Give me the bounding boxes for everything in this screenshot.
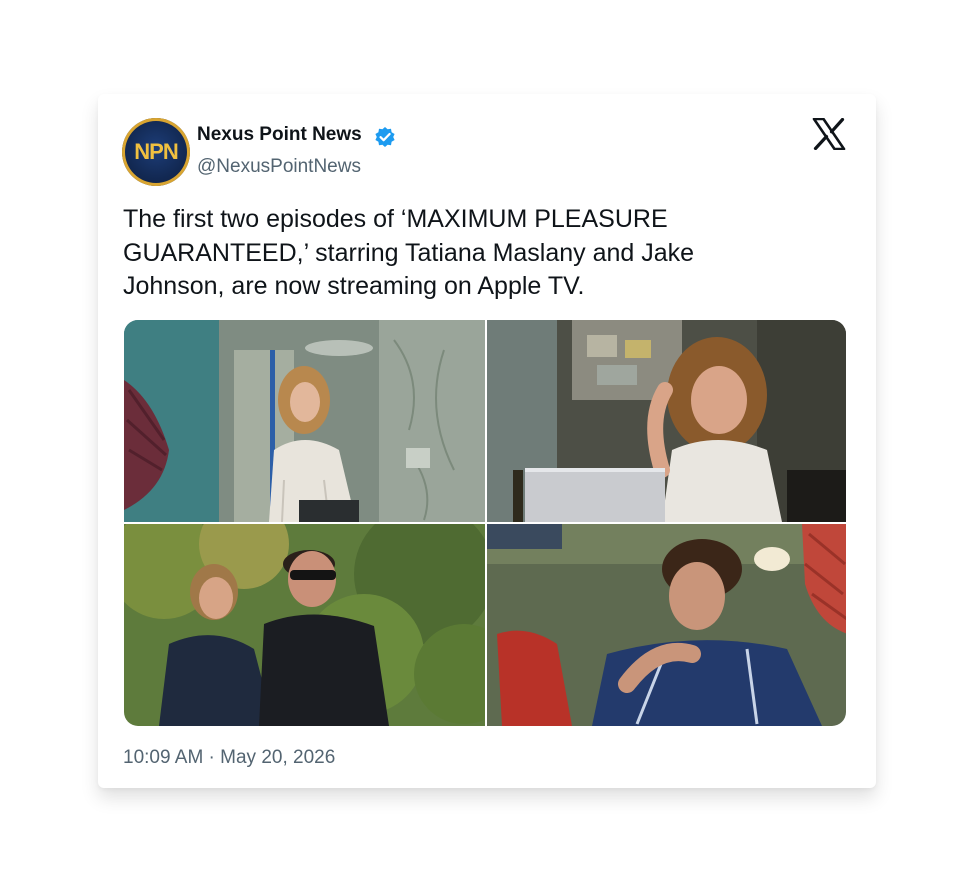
media-grid [124,320,846,726]
verified-badge-icon [375,127,395,147]
avatar-logo-text: NPN [134,139,178,164]
photo-woman-laptop-icon [487,320,846,522]
avatar[interactable]: NPN [122,118,190,186]
photo-tile-3[interactable] [124,524,485,726]
tweet-timestamp[interactable]: 10:09 AM · May 20, 2026 [123,747,335,769]
photo-tile-2[interactable] [487,320,846,522]
tweet-text: The first two episodes of ‘MAXIMUM PLEAS… [123,205,695,300]
x-logo-icon[interactable] [812,118,846,150]
photo-tile-1[interactable] [124,320,485,522]
photo-woman-hockey-stick-icon [124,320,485,522]
display-name[interactable]: Nexus Point News [197,124,362,146]
photo-couple-outdoors-icon [124,524,485,726]
photo-tile-4[interactable] [487,524,846,726]
photo-young-man-jacket-icon [487,524,846,726]
user-handle[interactable]: @NexusPointNews [197,156,361,178]
